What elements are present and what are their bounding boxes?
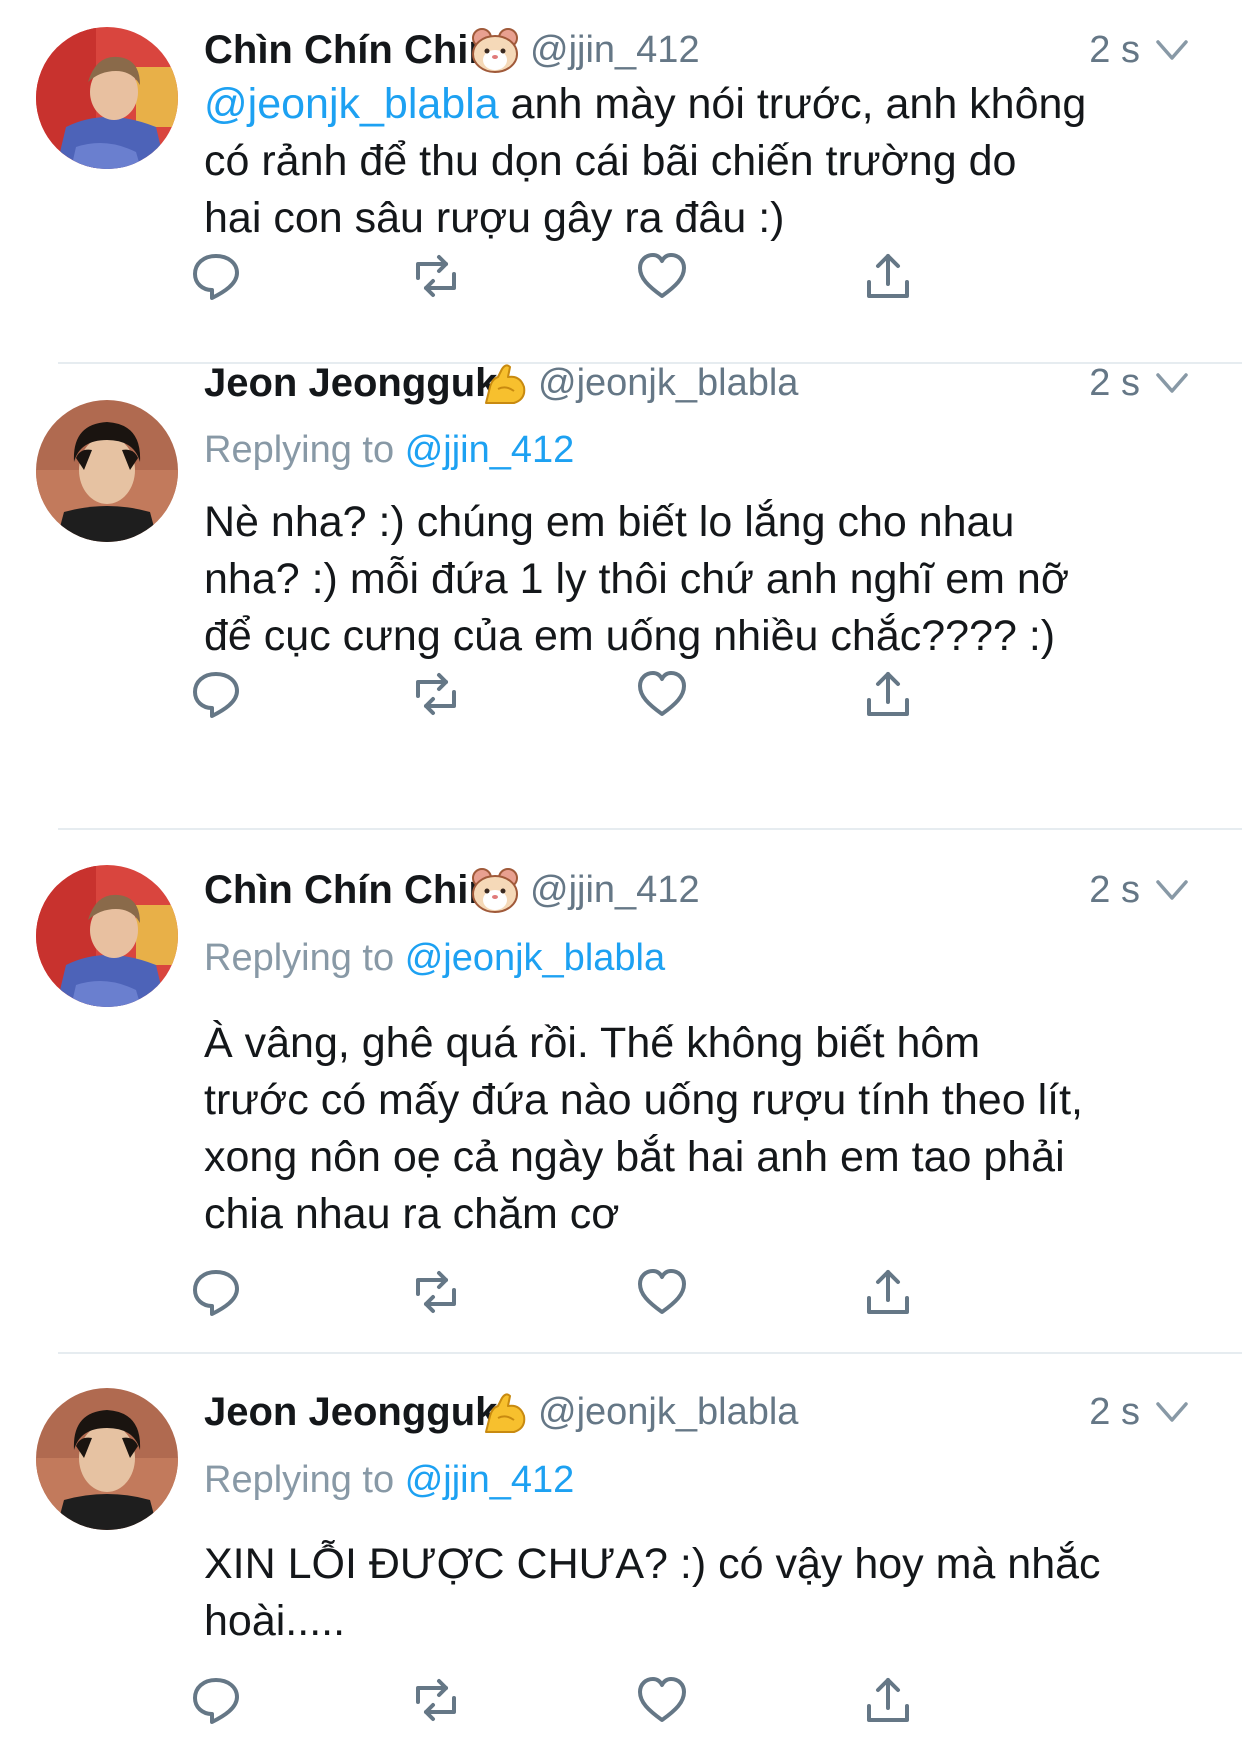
tweet-text: XIN LỖI ĐƯỢC CHƯA? :) có vậy hoy mà nhắc…: [204, 1536, 1194, 1650]
replying-to-handle[interactable]: @jjin_412: [405, 429, 575, 471]
chevron-down-icon[interactable]: [1152, 365, 1192, 401]
text-line: nha? :) mỗi đứa 1 ly thôi chứ anh nghĩ e…: [204, 555, 1070, 603]
divider: [58, 828, 1242, 830]
chevron-down-icon[interactable]: [1152, 872, 1192, 908]
share-icon[interactable]: [860, 1264, 916, 1320]
avatar[interactable]: [36, 400, 178, 542]
replying-to: Replying to @jjin_412: [204, 422, 574, 478]
text-line: XIN LỖI ĐƯỢC CHƯA? :) có vậy hoy mà nhắc: [204, 1540, 1101, 1588]
user-handle[interactable]: @jeonjk_blabla: [538, 1384, 798, 1440]
replying-label: Replying to: [204, 937, 395, 979]
user-handle[interactable]: @jeonjk_blabla: [538, 355, 798, 411]
text-line: hai con sâu rượu gây ra đâu :): [204, 194, 785, 242]
divider: [58, 1352, 1242, 1354]
text-line: xong nôn oẹ cả ngày bắt hai anh em tao p…: [204, 1133, 1065, 1181]
reply-icon[interactable]: [188, 666, 244, 722]
avatar[interactable]: [36, 27, 178, 169]
hamster-face-emoji: [470, 866, 520, 916]
text-line: À vâng, ghê quá rồi. Thế không biết hôm: [204, 1019, 981, 1067]
text-line: có rảnh để thu dọn cái bãi chiến trường …: [204, 137, 1017, 185]
replying-label: Replying to: [204, 1459, 395, 1501]
user-handle[interactable]: @jjin_412: [530, 862, 700, 918]
timestamp[interactable]: 2 s: [1089, 862, 1140, 918]
display-name[interactable]: Jeon Jeongguk: [204, 1384, 497, 1440]
display-name[interactable]: Jeon Jeongguk: [204, 355, 497, 411]
user-handle[interactable]: @jjin_412: [530, 22, 700, 78]
replying-to-handle[interactable]: @jeonjk_blabla: [405, 937, 665, 979]
reply-icon[interactable]: [188, 1672, 244, 1728]
timestamp[interactable]: 2 s: [1089, 355, 1140, 411]
text-line: trước có mấy đứa nào uống rượu tính theo…: [204, 1076, 1083, 1124]
retweet-icon[interactable]: [408, 248, 464, 304]
text-line: Nè nha? :) chúng em biết lo lắng cho nha…: [204, 498, 1015, 546]
flexed-biceps-emoji: [480, 359, 530, 409]
share-icon[interactable]: [860, 1672, 916, 1728]
like-heart-icon[interactable]: [634, 1672, 690, 1728]
hamster-face-emoji: [470, 26, 520, 76]
retweet-icon[interactable]: [408, 1264, 464, 1320]
like-heart-icon[interactable]: [634, 1264, 690, 1320]
reply-icon[interactable]: [188, 1264, 244, 1320]
like-heart-icon[interactable]: [634, 666, 690, 722]
action-bar: [193, 666, 1024, 722]
chevron-down-icon[interactable]: [1152, 1394, 1192, 1430]
action-bar: [193, 1264, 1024, 1320]
display-name[interactable]: Chìn Chín Chin: [204, 22, 493, 78]
text-line: chia nhau ra chăm cơ: [204, 1190, 620, 1238]
avatar[interactable]: [36, 1388, 178, 1530]
action-bar: [193, 1672, 1024, 1728]
action-bar: [193, 248, 1024, 304]
flexed-biceps-emoji: [480, 1388, 530, 1438]
avatar[interactable]: [36, 865, 178, 1007]
text-line: hoài.....: [204, 1597, 346, 1645]
tweet-text: @jeonjk_blabla anh mày nói trước, anh kh…: [204, 76, 1194, 247]
reply-icon[interactable]: [188, 248, 244, 304]
tweet-text: À vâng, ghê quá rồi. Thế không biết hôm …: [204, 1015, 1194, 1243]
display-name[interactable]: Chìn Chín Chin: [204, 862, 493, 918]
text-line: để cục cưng của em uống nhiều chắc???? :…: [204, 612, 1056, 660]
chevron-down-icon[interactable]: [1152, 32, 1192, 68]
retweet-icon[interactable]: [408, 666, 464, 722]
mention-link[interactable]: @jeonjk_blabla: [204, 80, 499, 128]
replying-to-handle[interactable]: @jjin_412: [405, 1459, 575, 1501]
replying-to: Replying to @jjin_412: [204, 1452, 574, 1508]
like-heart-icon[interactable]: [634, 248, 690, 304]
replying-to: Replying to @jeonjk_blabla: [204, 930, 665, 986]
replying-label: Replying to: [204, 429, 395, 471]
share-icon[interactable]: [860, 248, 916, 304]
timestamp[interactable]: 2 s: [1089, 1384, 1140, 1440]
text-line: anh mày nói trước, anh không: [510, 80, 1087, 128]
timestamp[interactable]: 2 s: [1089, 22, 1140, 78]
retweet-icon[interactable]: [408, 1672, 464, 1728]
share-icon[interactable]: [860, 666, 916, 722]
tweet-text: Nè nha? :) chúng em biết lo lắng cho nha…: [204, 494, 1194, 665]
